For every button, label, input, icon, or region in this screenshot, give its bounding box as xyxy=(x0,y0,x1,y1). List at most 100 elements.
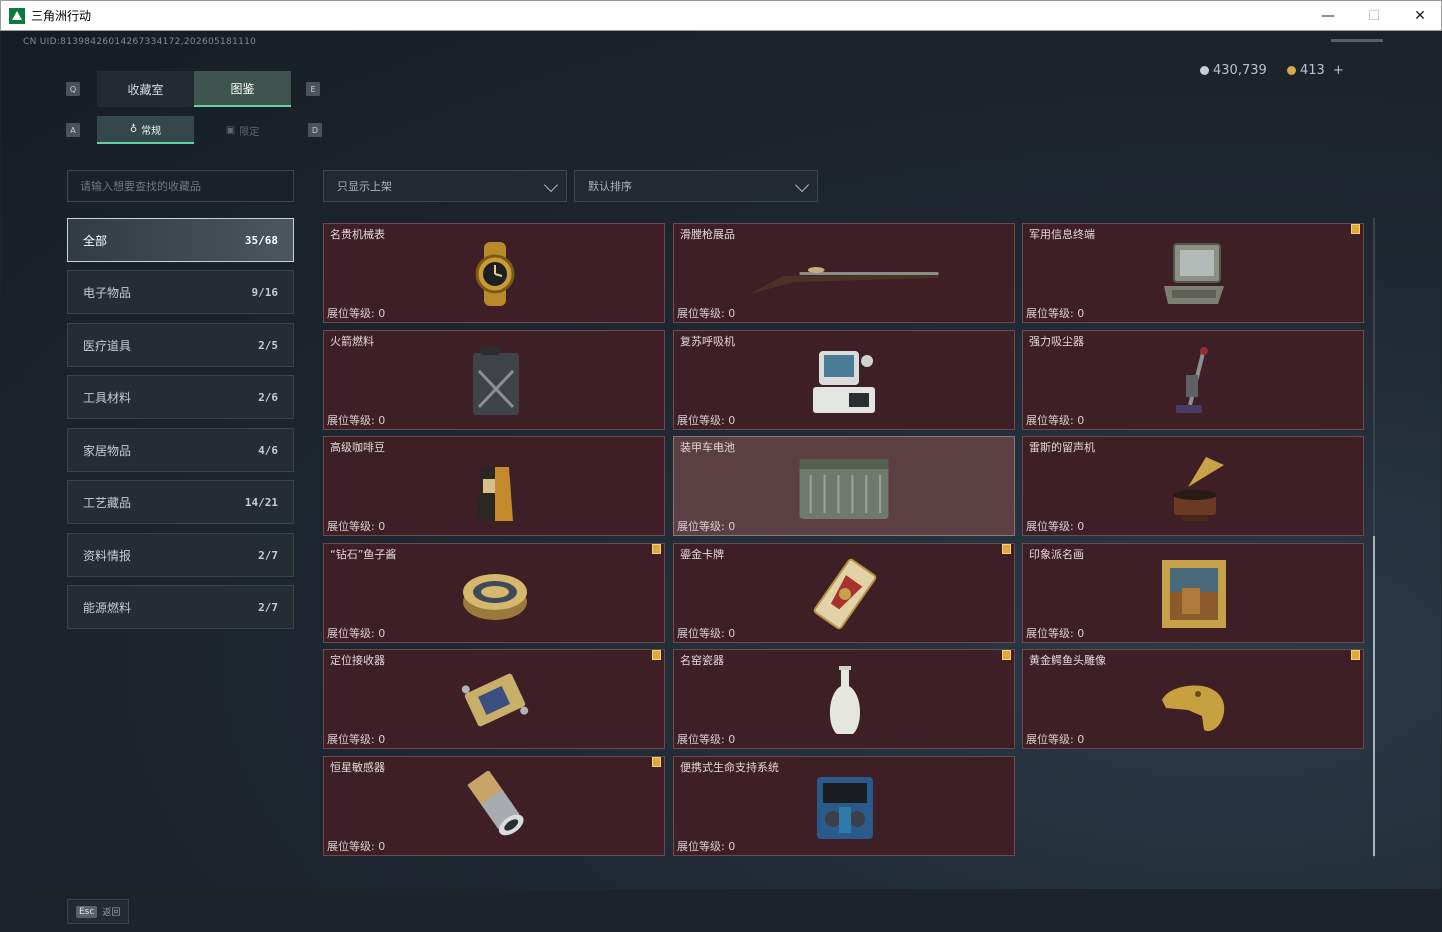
category-count: 9/16 xyxy=(251,285,279,299)
tab-catalog[interactable]: 图鉴 xyxy=(194,71,291,107)
item-card[interactable]: “钻石”鱼子酱 展位等级: 0 xyxy=(323,543,665,643)
category-label: 工具材料 xyxy=(83,390,132,405)
key-hint-a: A xyxy=(66,123,80,137)
player-uid: CN UID:8139842601426733417​2,20260518111… xyxy=(23,37,257,47)
category-count: 2/7 xyxy=(258,548,278,562)
tab-collection-room[interactable]: 收藏室 xyxy=(97,71,194,107)
item-level: 展位等级: 0 xyxy=(327,520,386,533)
category-label: 电子物品 xyxy=(83,285,132,300)
item-card[interactable]: 恒星敏感器 展位等级: 0 xyxy=(323,756,665,856)
new-badge xyxy=(1002,650,1011,660)
item-card[interactable]: 名贵机械表 展位等级: 0 xyxy=(323,223,665,323)
vacuum-icon xyxy=(1176,347,1208,413)
item-level: 展位等级: 0 xyxy=(1026,414,1085,427)
item-name: 军用信息终端 xyxy=(1029,228,1095,241)
key-hint-e: E xyxy=(306,82,320,96)
minimize-button[interactable]: — xyxy=(1305,1,1351,31)
star-sensor-icon xyxy=(467,771,524,836)
item-name: 名窑瓷器 xyxy=(680,654,724,667)
item-level: 展位等级: 0 xyxy=(1026,520,1085,533)
silver-currency: 430,739 xyxy=(1200,63,1267,78)
item-name: 滑膛枪展品 xyxy=(680,228,735,241)
search-input[interactable] xyxy=(67,170,294,202)
item-card[interactable]: 黄金鳄鱼头雕像 展位等级: 0 xyxy=(1022,649,1364,749)
esc-key-hint: Esc xyxy=(76,905,98,918)
window-titlebar: 三角洲行动 — ☐ ✕ xyxy=(0,0,1442,31)
category-medical[interactable]: 医疗道具 2/5 xyxy=(67,323,294,367)
category-count: 2/6 xyxy=(258,390,278,404)
category-count: 14/21 xyxy=(244,495,278,509)
category-electronics[interactable]: 电子物品 9/16 xyxy=(67,270,294,314)
category-all[interactable]: 全部 35/68 xyxy=(67,218,294,262)
item-level: 展位等级: 0 xyxy=(677,520,736,533)
category-label: 资料情报 xyxy=(83,548,132,563)
maximize-button[interactable]: ☐ xyxy=(1351,1,1397,31)
caviar-tin-icon xyxy=(463,574,527,620)
item-card[interactable]: 定位接收器 展位等级: 0 xyxy=(323,649,665,749)
shelf-filter-value: 只显示上架 xyxy=(337,180,392,193)
subtab-regular[interactable]: ♁ 常规 xyxy=(97,116,194,144)
category-label: 能源燃料 xyxy=(83,600,132,615)
chevron-down-icon xyxy=(543,177,559,193)
category-count: 35/68 xyxy=(244,233,278,247)
close-button[interactable]: ✕ xyxy=(1397,1,1442,31)
item-card[interactable]: 印象派名画 展位等级: 0 xyxy=(1022,543,1364,643)
key-hint-d: D xyxy=(308,123,322,137)
item-name: 印象派名画 xyxy=(1029,548,1084,561)
scrollbar-thumb[interactable] xyxy=(1373,536,1375,856)
category-count: 2/7 xyxy=(258,600,278,614)
category-household[interactable]: 家居物品 4/6 xyxy=(67,428,294,472)
item-level: 展位等级: 0 xyxy=(327,307,386,320)
back-label: 返回 xyxy=(102,908,121,918)
category-label: 家居物品 xyxy=(83,443,132,458)
category-intel[interactable]: 资料情报 2/7 xyxy=(67,533,294,577)
category-count: 2/5 xyxy=(258,338,278,352)
new-badge xyxy=(652,650,661,660)
item-name: 装甲车电池 xyxy=(680,441,735,454)
item-card[interactable]: 强力吸尘器 展位等级: 0 xyxy=(1022,330,1364,430)
category-label: 全部 xyxy=(83,233,108,248)
receiver-icon xyxy=(461,673,529,727)
item-level: 展位等级: 0 xyxy=(327,840,386,853)
back-button[interactable]: Esc 返回 xyxy=(67,899,129,924)
item-name: 火箭燃料 xyxy=(330,335,374,348)
shelf-filter-dropdown[interactable]: 只显示上架 xyxy=(323,170,567,202)
item-level: 展位等级: 0 xyxy=(677,627,736,640)
category-crafts[interactable]: 工艺藏品 14/21 xyxy=(67,480,294,524)
flask-icon: ♁ xyxy=(129,123,138,135)
item-card[interactable]: 军用信息终端 展位等级: 0 xyxy=(1022,223,1364,323)
subtab-limited[interactable]: ▣ 限定 xyxy=(194,116,291,144)
item-name: 黄金鳄鱼头雕像 xyxy=(1029,654,1106,667)
item-card[interactable]: 便携式生命支持系统 展位等级: 0 xyxy=(673,756,1015,856)
subtab-regular-label: 常规 xyxy=(141,125,162,137)
fuel-can-icon xyxy=(473,347,519,415)
item-card[interactable]: 火箭燃料 展位等级: 0 xyxy=(323,330,665,430)
item-name: 复苏呼吸机 xyxy=(680,335,735,348)
sort-dropdown[interactable]: 默认排序 xyxy=(574,170,818,202)
add-gold-button[interactable]: + xyxy=(1333,63,1344,78)
item-card[interactable]: 高级咖啡豆 展位等级: 0 xyxy=(323,436,665,536)
item-card[interactable]: 滑膛枪展品 展位等级: 0 xyxy=(673,223,1015,323)
item-name: 强力吸尘器 xyxy=(1029,335,1084,348)
gold-coin-icon xyxy=(1287,66,1296,75)
item-card[interactable]: 雷斯的留声机 展位等级: 0 xyxy=(1022,436,1364,536)
porcelain-vase-icon xyxy=(829,666,861,734)
item-level: 展位等级: 0 xyxy=(1026,307,1085,320)
chevron-down-icon xyxy=(794,177,810,193)
item-name: “钻石”鱼子酱 xyxy=(330,548,397,561)
bottom-bar xyxy=(1,889,1441,931)
item-name: 高级咖啡豆 xyxy=(330,441,385,454)
item-level: 展位等级: 0 xyxy=(1026,733,1085,746)
app-logo-icon xyxy=(9,7,25,24)
item-card[interactable]: 装甲车电池 展位等级: 0 xyxy=(673,436,1015,536)
category-tools[interactable]: 工具材料 2/6 xyxy=(67,375,294,419)
item-level: 展位等级: 0 xyxy=(677,414,736,427)
item-level: 展位等级: 0 xyxy=(1026,627,1085,640)
item-card[interactable]: 名窑瓷器 展位等级: 0 xyxy=(673,649,1015,749)
item-card[interactable]: 鎏金卡牌 展位等级: 0 xyxy=(673,543,1015,643)
key-hint-q: Q xyxy=(66,82,80,96)
gold-currency: 413 + xyxy=(1287,63,1344,78)
new-badge xyxy=(652,757,661,767)
item-card[interactable]: 复苏呼吸机 展位等级: 0 xyxy=(673,330,1015,430)
category-fuel[interactable]: 能源燃料 2/7 xyxy=(67,585,294,629)
